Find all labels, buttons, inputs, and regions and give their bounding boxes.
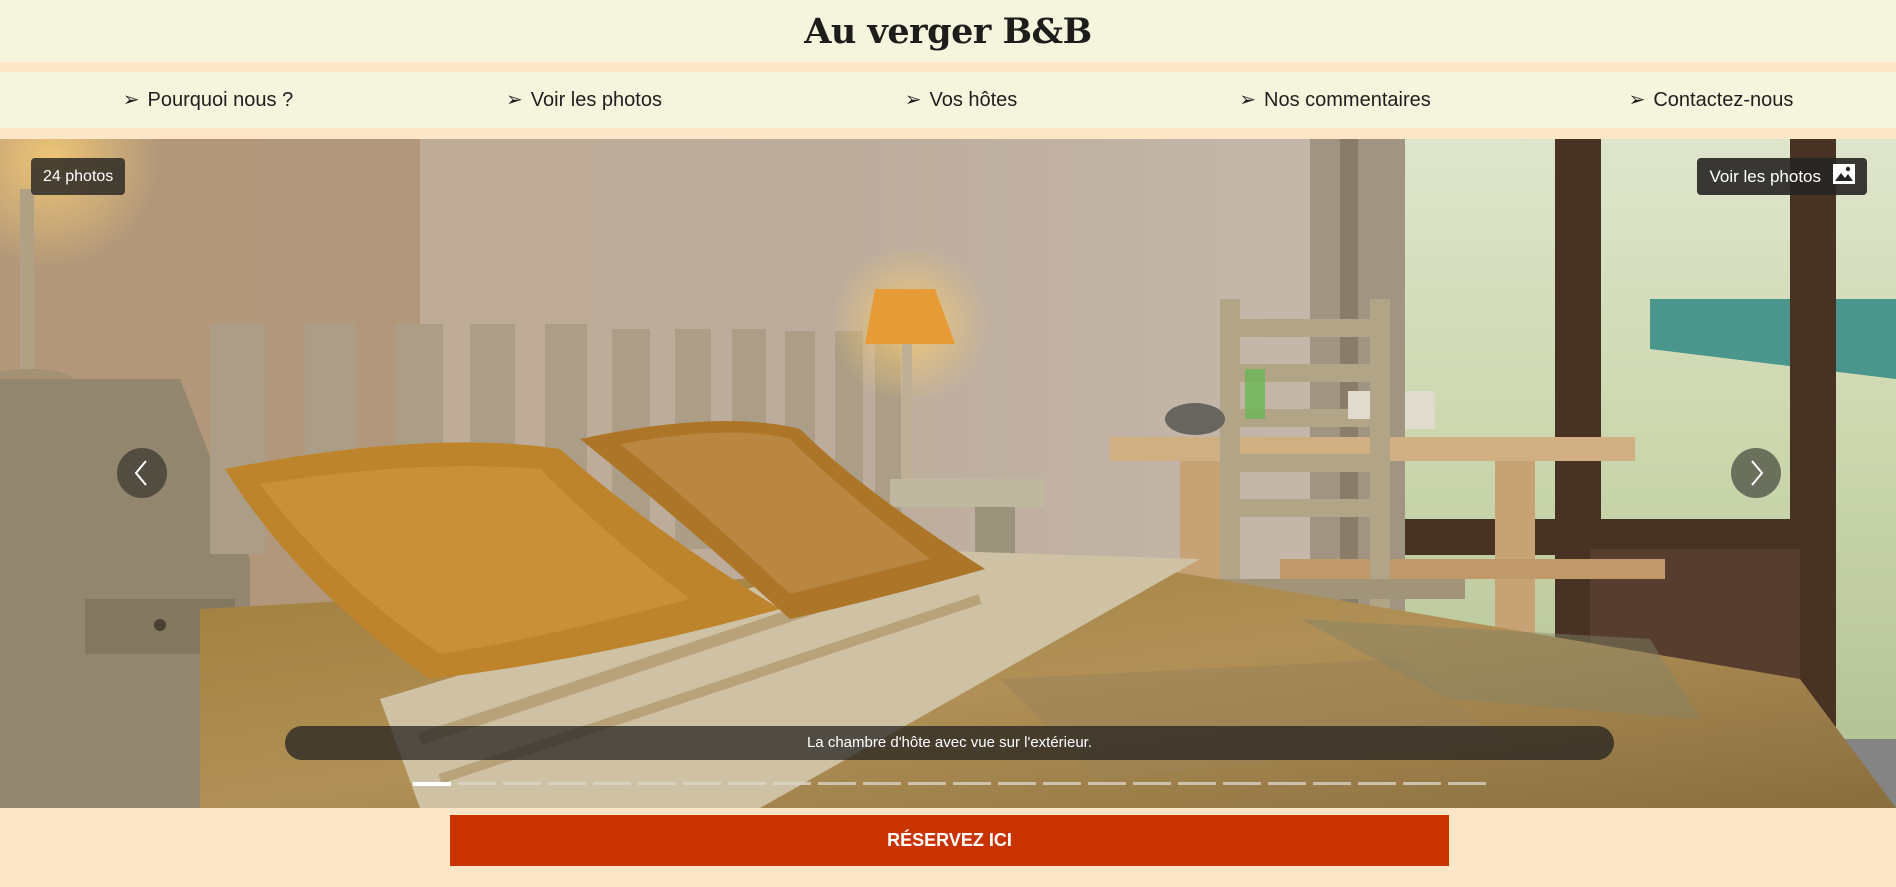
nav-item-label: Pourquoi nous ? <box>147 89 294 111</box>
carousel-dot[interactable] <box>773 782 811 785</box>
carousel-dot[interactable] <box>908 782 946 785</box>
nav-item-label: Nos commentaires <box>1264 89 1431 111</box>
image-icon <box>1833 164 1855 189</box>
carousel-dot[interactable] <box>638 782 676 785</box>
carousel-dot[interactable] <box>1088 782 1126 785</box>
bedroom-photo <box>0 139 1896 808</box>
view-photos-button[interactable]: Voir les photos <box>1697 158 1867 195</box>
carousel-dot[interactable] <box>728 782 766 785</box>
carousel-dot[interactable] <box>1313 782 1351 785</box>
carousel-dot[interactable] <box>683 782 721 785</box>
carousel-indicators <box>413 782 1493 786</box>
carousel-dot[interactable] <box>953 782 991 785</box>
nav-item-pourquoi-nous[interactable]: ➢ Pourquoi nous ? <box>123 72 293 128</box>
arrow-icon: ➢ <box>506 89 523 111</box>
carousel-dot[interactable] <box>1358 782 1396 785</box>
arrow-icon: ➢ <box>122 89 140 111</box>
site-title: Au verger B&B <box>804 10 1092 52</box>
photo-count-badge: 24 photos <box>31 158 126 195</box>
arrow-icon: ➢ <box>904 89 922 111</box>
chevron-left-icon <box>134 460 147 486</box>
carousel-dot[interactable] <box>413 782 451 786</box>
carousel-dot[interactable] <box>863 782 901 785</box>
nav-item-label: Vos hôtes <box>929 89 1018 111</box>
site-header: Au verger B&B <box>0 0 1896 62</box>
carousel-dot[interactable] <box>1268 782 1306 785</box>
next-photo-button[interactable] <box>1731 448 1781 498</box>
photo-carousel[interactable]: 24 photos Voir les photos La chambre d'h… <box>0 139 1896 808</box>
photo-caption: La chambre d'hôte avec vue sur l'extérie… <box>285 726 1614 760</box>
view-photos-label: Voir les photos <box>1709 166 1821 186</box>
nav-item-vos-hotes[interactable]: ➢ Vos hôtes <box>905 72 1018 128</box>
nav-item-nos-commentaires[interactable]: ➢ Nos commentaires <box>1239 72 1430 128</box>
carousel-dot[interactable] <box>1133 782 1171 785</box>
previous-photo-button[interactable] <box>117 448 167 498</box>
carousel-dot[interactable] <box>548 782 586 785</box>
nav-item-contactez-nous[interactable]: ➢ Contactez-nous <box>1629 72 1794 128</box>
carousel-dot[interactable] <box>1403 782 1441 785</box>
carousel-dot[interactable] <box>503 782 541 785</box>
carousel-dot[interactable] <box>1223 782 1261 785</box>
carousel-dot[interactable] <box>1043 782 1081 785</box>
nav-item-label: Voir les photos <box>530 89 662 111</box>
carousel-dot[interactable] <box>458 782 496 785</box>
nav-item-label: Contactez-nous <box>1653 89 1794 111</box>
arrow-icon: ➢ <box>1239 89 1257 111</box>
carousel-dot[interactable] <box>1178 782 1216 785</box>
carousel-dot[interactable] <box>818 782 856 785</box>
carousel-dot[interactable] <box>1448 782 1486 785</box>
chevron-right-icon <box>1751 460 1764 486</box>
book-here-button[interactable]: RÉSERVEZ ICI <box>450 815 1449 866</box>
main-nav: ➢ Pourquoi nous ? ➢ Voir les photos ➢ Vos h… <box>0 72 1896 128</box>
nav-item-voir-les-photos[interactable]: ➢ Voir les photos <box>506 72 662 128</box>
carousel-dot[interactable] <box>593 782 631 785</box>
arrow-icon: ➢ <box>1628 89 1646 111</box>
carousel-dot[interactable] <box>998 782 1036 785</box>
